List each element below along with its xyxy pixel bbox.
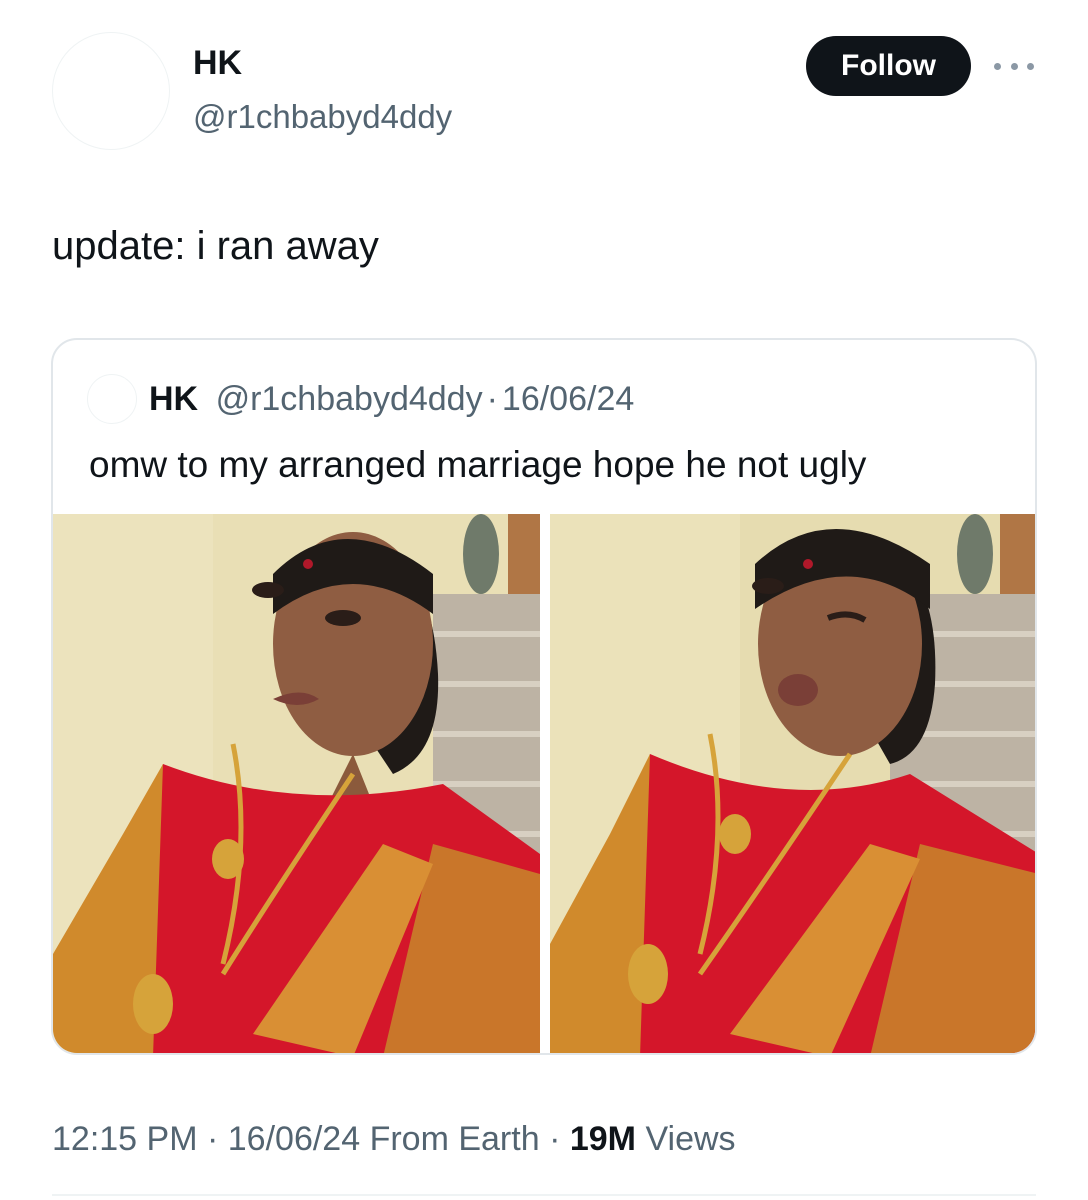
- quoted-author-handle: @r1chbabyd4ddy: [215, 380, 483, 418]
- quoted-media-grid: [53, 514, 1035, 1053]
- quoted-separator: ·: [486, 380, 498, 418]
- meta-separator: ·: [206, 1120, 219, 1158]
- author-avatar[interactable]: [52, 32, 170, 150]
- quoted-tweet-text: omw to my arranged marriage hope he not …: [89, 444, 867, 485]
- quoted-date: 16/06/24: [501, 380, 635, 418]
- divider: [52, 1194, 1036, 1196]
- quoted-author-name: HK: [149, 380, 199, 418]
- quoted-tweet-header: HK @r1chbabyd4ddy · 16/06/24: [149, 380, 634, 419]
- tweet-source: From Earth: [369, 1120, 540, 1158]
- tweet-text: update: i ran away: [52, 224, 379, 268]
- views-count[interactable]: 19M: [570, 1120, 636, 1158]
- tweet-time[interactable]: 12:15 PM: [52, 1120, 198, 1158]
- tweet-metadata: 12:15 PM · 16/06/24 From Earth · 19M Vie…: [52, 1120, 736, 1159]
- tweet-date[interactable]: 16/06/24: [228, 1120, 360, 1158]
- author-name[interactable]: HK: [193, 44, 242, 83]
- meta-separator: ·: [549, 1120, 561, 1158]
- follow-button[interactable]: Follow: [806, 36, 971, 96]
- photo-left[interactable]: [53, 514, 540, 1053]
- views-label[interactable]: Views: [645, 1120, 735, 1158]
- photo-right[interactable]: [550, 514, 1035, 1053]
- more-horizontal-icon[interactable]: [994, 52, 1034, 80]
- quoted-author-avatar: [87, 374, 137, 424]
- quoted-tweet-card[interactable]: HK @r1chbabyd4ddy · 16/06/24 omw to my arr…: [51, 338, 1037, 1055]
- author-handle[interactable]: @r1chbabyd4ddy: [193, 98, 452, 136]
